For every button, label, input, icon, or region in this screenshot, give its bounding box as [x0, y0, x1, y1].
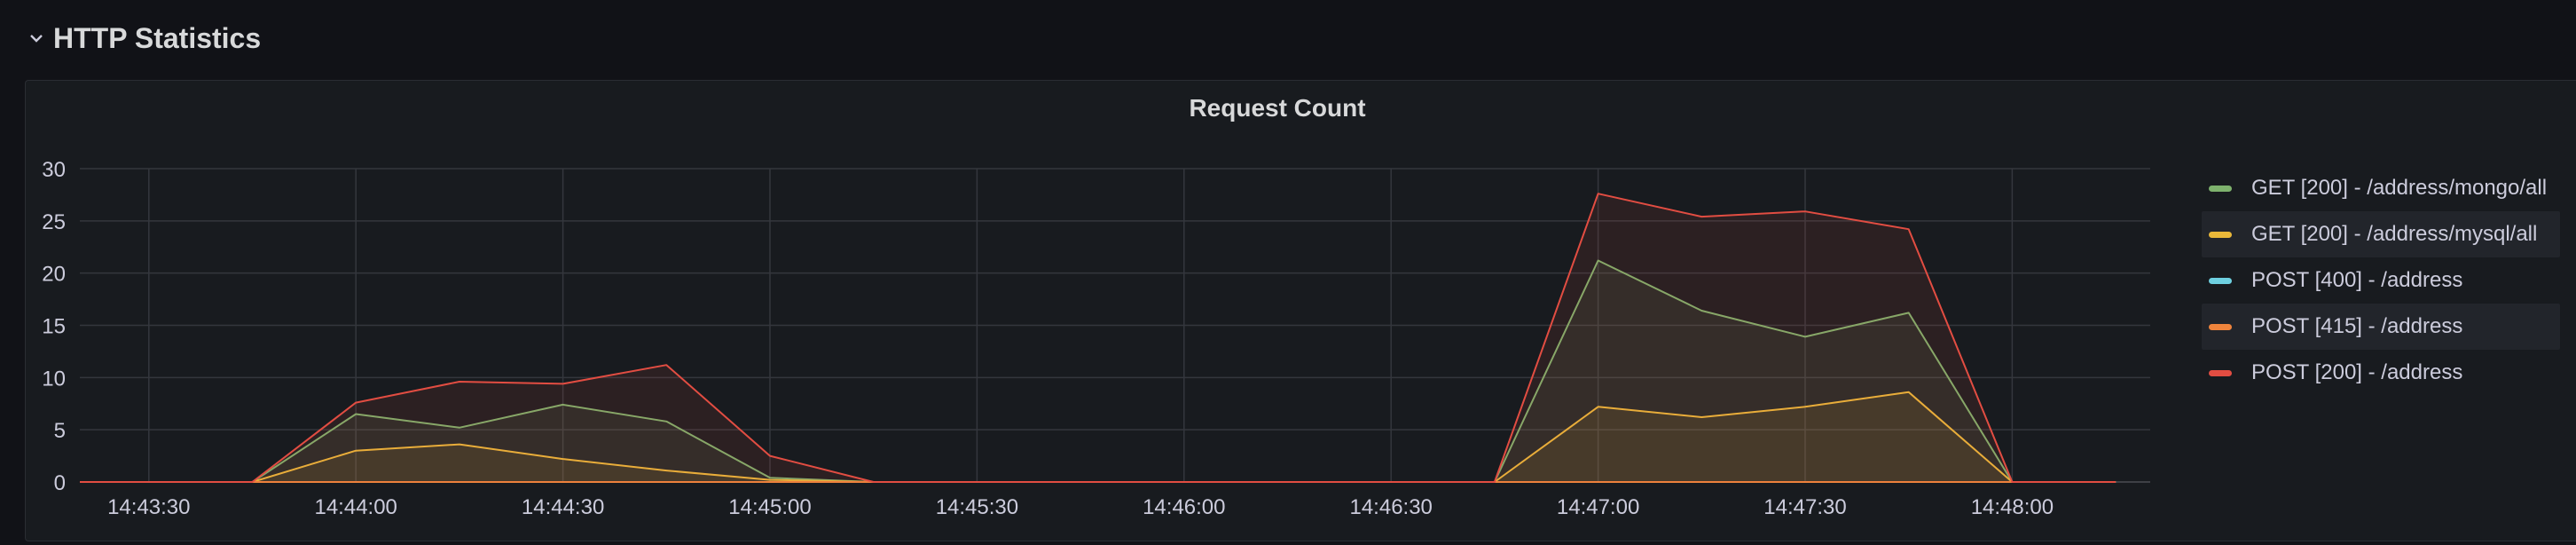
x-tick-label: 14:46:30 [1349, 495, 1432, 519]
chart-plot: 0 5 10 15 20 25 30 14:43:30 14:44:00 14:44:30 14:4… [42, 158, 2150, 519]
x-tick-label: 14:46:00 [1143, 495, 1225, 519]
chart-legend: GET [200] - /address/mongo/all GET [200] … [2202, 165, 2560, 396]
y-tick-label: 20 [42, 263, 66, 287]
legend-label: POST [200] - /address [2251, 360, 2463, 384]
legend-item[interactable]: GET [200] - /address/mysql/all [2202, 211, 2560, 257]
y-tick-label: 25 [42, 210, 66, 234]
y-tick-label: 10 [42, 367, 66, 391]
legend-item[interactable]: POST [415] - /address [2202, 304, 2560, 350]
legend-swatch [2209, 231, 2232, 238]
x-tick-label: 14:45:30 [936, 495, 1018, 519]
x-tick-label: 14:45:00 [728, 495, 811, 519]
series-area [80, 194, 2117, 482]
legend-swatch [2209, 185, 2232, 192]
x-tick-label: 14:47:30 [1763, 495, 1846, 519]
legend-label: GET [200] - /address/mysql/all [2251, 222, 2538, 246]
legend-swatch [2209, 323, 2232, 330]
x-tick-label: 14:44:30 [522, 495, 604, 519]
y-tick-label: 30 [42, 158, 66, 182]
y-tick-label: 15 [42, 315, 66, 339]
x-tick-label: 14:47:00 [1557, 495, 1639, 519]
legend-swatch [2209, 369, 2232, 376]
y-tick-label: 5 [54, 419, 66, 443]
x-tick-label: 14:44:00 [314, 495, 397, 519]
legend-item[interactable]: POST [200] - /address [2202, 350, 2560, 396]
legend-label: POST [415] - /address [2251, 314, 2463, 338]
legend-swatch [2209, 277, 2232, 284]
legend-item[interactable]: GET [200] - /address/mongo/all [2202, 165, 2560, 211]
legend-label: POST [400] - /address [2251, 268, 2463, 292]
legend-item[interactable]: POST [400] - /address [2202, 257, 2560, 304]
x-tick-label: 14:48:00 [1971, 495, 2054, 519]
y-tick-label: 0 [54, 471, 66, 495]
legend-label: GET [200] - /address/mongo/all [2251, 176, 2548, 200]
x-tick-label: 14:43:30 [107, 495, 190, 519]
